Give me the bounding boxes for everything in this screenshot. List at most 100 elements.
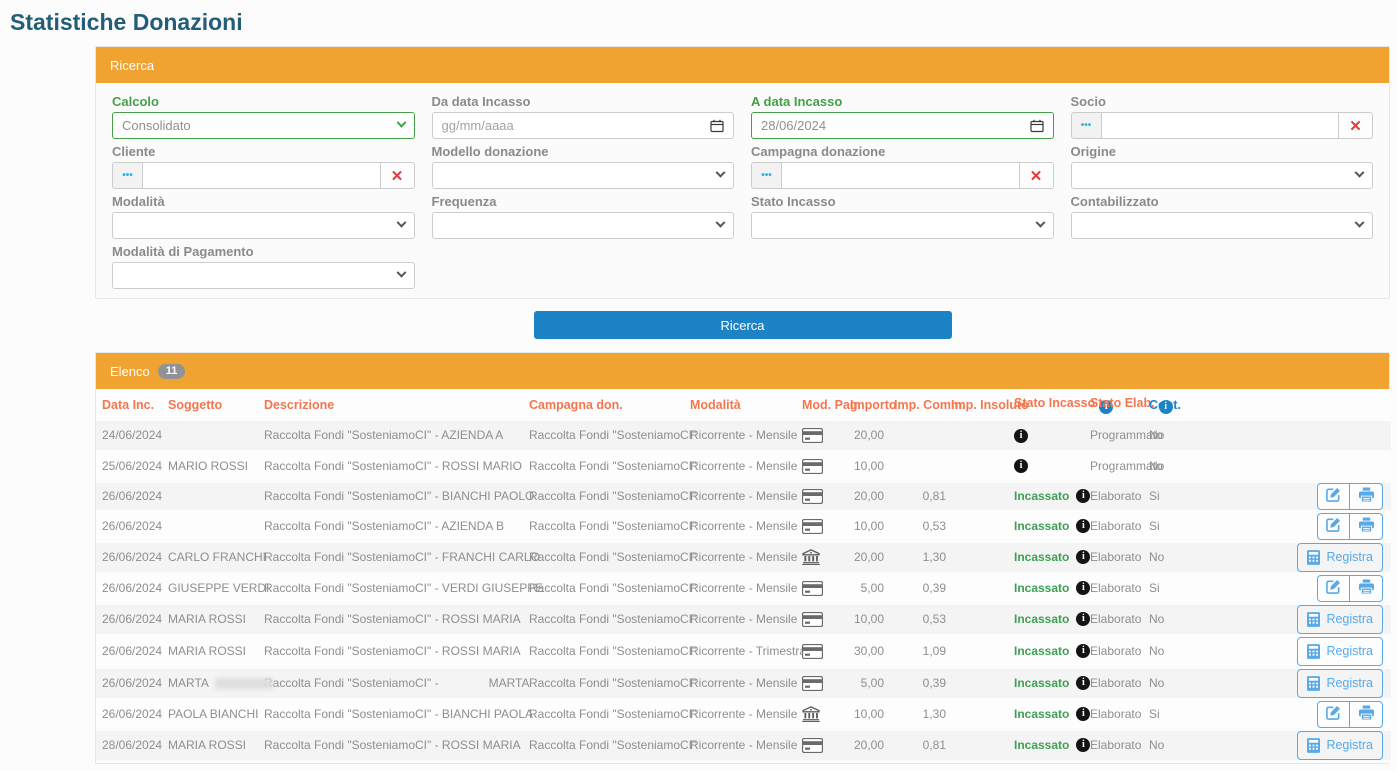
stato-incasso-value: Incassato — [1014, 644, 1069, 658]
cell-modalita: Ricorrente - Mensile — [688, 541, 800, 573]
registra-button[interactable]: Registra — [1297, 605, 1383, 634]
cell-mod-pag — [800, 603, 848, 635]
cliente-clear-button[interactable]: ✕ — [380, 162, 415, 189]
info-icon[interactable]: i — [1014, 459, 1028, 473]
print-icon — [1359, 487, 1374, 505]
a-data-incasso-input[interactable]: 28/06/2024 — [751, 112, 1054, 139]
socio-lookup-button[interactable]: ••• — [1071, 112, 1102, 139]
field-modello-donazione: Modello donazione — [432, 144, 735, 189]
campagna-lookup-button[interactable]: ••• — [751, 162, 782, 189]
cell-stato-incasso: Incassatoi — [1012, 729, 1088, 761]
print-button[interactable] — [1350, 483, 1383, 510]
field-origine: Origine — [1071, 144, 1374, 189]
cell-importo: 20,00 — [848, 421, 892, 451]
calculator-icon — [1307, 644, 1320, 659]
table-row: 26/06/2024Raccolta Fondi "SosteniamoCI" … — [96, 511, 1391, 541]
modalita-label: Modalità — [112, 194, 415, 209]
search-panel: Ricerca Calcolo Consolidato Da data Inca… — [95, 46, 1390, 299]
cell-importo: 10,00 — [848, 451, 892, 481]
campagna-clear-button[interactable]: ✕ — [1019, 162, 1054, 189]
cell-mod-pag — [800, 541, 848, 573]
column-header-soggetto: Soggetto — [166, 389, 262, 421]
info-icon[interactable]: i — [1076, 707, 1090, 721]
cell-descrizione: Raccolta Fondi "SosteniamoCI" - VERDI GI… — [262, 573, 527, 603]
cell-modalita: Ricorrente - Mensile — [688, 421, 800, 451]
chevron-down-icon — [716, 168, 726, 178]
cell-stato-elab: Programmato — [1088, 421, 1147, 451]
da-data-incasso-input[interactable]: gg/mm/aaaa — [432, 112, 735, 139]
registra-button[interactable]: Registra — [1297, 637, 1383, 666]
print-button[interactable] — [1350, 701, 1383, 728]
table-row: 25/06/2024MARIO ROSSIRaccolta Fondi "Sos… — [96, 451, 1391, 481]
registra-button[interactable]: Registra — [1297, 669, 1383, 698]
info-icon[interactable]: i — [1076, 581, 1090, 595]
print-button[interactable] — [1350, 513, 1383, 540]
cell-campagna: Raccolta Fondi "SosteniamoCI" — [527, 421, 688, 451]
field-cliente: Cliente ••• ✕ — [112, 144, 415, 189]
cell-soggetto: MARIA ROSSI — [166, 635, 262, 667]
edit-button[interactable] — [1317, 513, 1350, 540]
field-frequenza: Frequenza — [432, 194, 735, 239]
cell-stato-incasso: Incassatoi — [1012, 699, 1088, 729]
info-icon[interactable]: i — [1076, 519, 1090, 533]
registra-button[interactable]: Registra — [1297, 731, 1383, 760]
credit-card-icon — [802, 581, 823, 596]
cell-actions — [1187, 699, 1391, 729]
info-icon[interactable]: i — [1076, 676, 1090, 690]
cell-descrizione: Raccolta Fondi "SosteniamoCI" - AZIENDA … — [262, 421, 527, 451]
cell-actions: Registra — [1187, 667, 1391, 699]
cell-modalita: Ricorrente - Mensile — [688, 729, 800, 761]
table-row: 26/06/2024CARLO FRANCHIRaccolta Fondi "S… — [96, 541, 1391, 573]
cell-cont: No — [1147, 729, 1187, 761]
info-icon[interactable]: i — [1076, 612, 1090, 626]
cell-soggetto: MARIO ROSSI — [166, 451, 262, 481]
cliente-lookup-button[interactable]: ••• — [112, 162, 143, 189]
modalita-pagamento-select[interactable] — [112, 262, 415, 289]
calendar-icon — [710, 119, 724, 133]
cell-soggetto — [166, 511, 262, 541]
stato-incasso-select[interactable] — [751, 212, 1054, 239]
edit-button[interactable] — [1317, 575, 1350, 602]
cell-stato-incasso: Incassatoi — [1012, 573, 1088, 603]
cell-modalita: Ricorrente - Mensile — [688, 451, 800, 481]
contabilizzato-select[interactable] — [1071, 212, 1374, 239]
socio-clear-button[interactable]: ✕ — [1338, 112, 1373, 139]
column-header-campagna: Campagna don. — [527, 389, 688, 421]
info-icon[interactable]: i — [1076, 550, 1090, 564]
modello-donazione-select[interactable] — [432, 162, 735, 189]
info-icon[interactable]: i — [1076, 738, 1090, 752]
cliente-input[interactable] — [143, 162, 380, 189]
cell-mod-pag — [800, 573, 848, 603]
table-row: 24/06/2024Raccolta Fondi "SosteniamoCI" … — [96, 421, 1391, 451]
cell-stato-incasso: Incassato i — [1012, 635, 1088, 667]
cell-importo: 20,00 — [848, 541, 892, 573]
cell-descrizione: Raccolta Fondi "SosteniamoCI" - BIANCHI … — [262, 699, 527, 729]
clear-icon: ✕ — [1349, 117, 1362, 135]
table-row: 28/06/2024MARIA ROSSIRaccolta Fondi "Sos… — [96, 729, 1391, 761]
frequenza-select[interactable] — [432, 212, 735, 239]
modalita-select[interactable] — [112, 212, 415, 239]
socio-input[interactable] — [1102, 112, 1339, 139]
info-icon[interactable]: i — [1076, 489, 1090, 503]
cell-stato-elab: Elaborato — [1088, 699, 1147, 729]
cell-mod-pag — [800, 667, 848, 699]
info-icon[interactable]: i — [1076, 644, 1090, 658]
calcolo-select[interactable]: Consolidato — [112, 112, 415, 139]
search-button[interactable]: Ricerca — [534, 311, 952, 339]
chevron-down-icon — [396, 118, 406, 128]
campagna-input[interactable] — [782, 162, 1019, 189]
cell-stato-incasso: Incassatoi — [1012, 511, 1088, 541]
edit-button[interactable] — [1317, 701, 1350, 728]
print-button[interactable] — [1350, 575, 1383, 602]
edit-button[interactable] — [1317, 483, 1350, 510]
cell-mod-pag — [800, 481, 848, 511]
credit-card-icon — [802, 489, 823, 504]
cell-actions: Registra — [1187, 541, 1391, 573]
registra-button[interactable]: Registra — [1297, 543, 1383, 572]
cell-stato-elab: Elaborato — [1088, 729, 1147, 761]
info-icon[interactable]: i — [1014, 429, 1028, 443]
origine-select[interactable] — [1071, 162, 1374, 189]
cell-imp-comm: 0,53 — [892, 603, 949, 635]
stato-incasso-value: Incassato — [1014, 676, 1069, 690]
cell-imp-comm: 0,81 — [892, 481, 949, 511]
